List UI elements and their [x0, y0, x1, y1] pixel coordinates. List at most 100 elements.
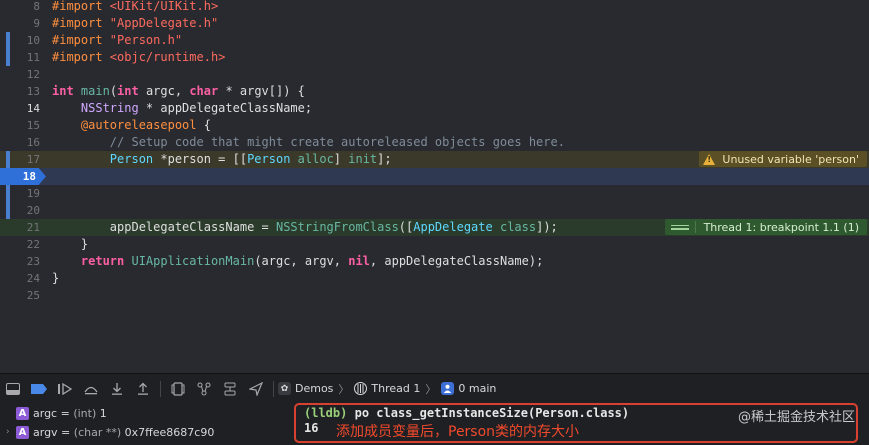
- code-token: ]);: [536, 220, 558, 234]
- code-token: alloc: [297, 152, 334, 166]
- code-token: int: [52, 84, 81, 98]
- step-out-icon[interactable]: [130, 374, 156, 403]
- code-line[interactable]: 20: [0, 202, 869, 219]
- code-editor[interactable]: 8 #import <UIKit/UIKit.h> 9 #import "AppDel…: [0, 0, 869, 373]
- argument-icon: A: [16, 406, 29, 420]
- code-token: ]: [333, 152, 349, 166]
- code-token: main: [80, 84, 110, 98]
- code-line[interactable]: 25: [0, 287, 869, 304]
- watermark: @稀土掘金技术社区: [737, 410, 855, 425]
- variable-row[interactable]: Aargc = (int) 1: [6, 404, 107, 422]
- annotation-text: 添加成员变量后，Person类的内存大小: [336, 424, 580, 440]
- breadcrumb-frame[interactable]: 0 main: [458, 382, 496, 395]
- code-line[interactable]: 15 @autoreleasepool {: [0, 117, 869, 134]
- code-token: @autoreleasepool: [80, 118, 197, 132]
- code-token: ([: [398, 220, 414, 234]
- variable-value: 1: [99, 406, 107, 420]
- line-number: 21: [26, 221, 40, 234]
- hide-debug-area-icon[interactable]: [0, 374, 26, 403]
- code-text: #import <UIKit/UIKit.h>: [52, 0, 218, 15]
- code-token: "Person.h": [109, 33, 183, 47]
- code-token: UIApplicationMain: [131, 254, 255, 268]
- variable-name: argv: [33, 425, 58, 439]
- toolbar-divider: [160, 380, 161, 397]
- code-text: @autoreleasepool {: [52, 117, 211, 134]
- breadcrumb-project[interactable]: Demos: [295, 382, 333, 395]
- code-token: ];: [377, 152, 392, 166]
- warning-badge[interactable]: Unused variable 'person': [699, 151, 867, 167]
- code-line[interactable]: 18: [0, 168, 869, 185]
- line-number: 8: [33, 0, 40, 13]
- code-line[interactable]: 16 // Setup code that might create autor…: [0, 134, 869, 151]
- breadcrumb: ✿ Demos 〉 Thread 1 〉 0 main: [278, 381, 496, 397]
- code-token: Person: [247, 152, 291, 166]
- code-token: #import: [52, 16, 110, 30]
- variables-view: Aargc = (int) 1 › Aargv = (char **) 0x7ffe…: [0, 402, 290, 445]
- code-token: AppDelegate: [413, 220, 493, 234]
- code-token: * argv[]) {: [225, 84, 305, 98]
- code-line[interactable]: 13 int main(int argc, char * argv[]) {: [0, 83, 869, 100]
- environment-overrides-icon[interactable]: [217, 374, 243, 403]
- disclosure-triangle-icon[interactable]: ›: [6, 427, 16, 437]
- code-line[interactable]: 23 return UIApplicationMain(argc, argv, …: [0, 253, 869, 270]
- line-number: 19: [26, 187, 40, 200]
- code-token: }: [52, 271, 60, 285]
- code-token: init: [348, 152, 378, 166]
- line-number: 24: [26, 272, 40, 285]
- chevron-right-icon: 〉: [338, 382, 350, 396]
- simulate-location-icon[interactable]: [243, 374, 269, 403]
- step-over-icon[interactable]: [78, 374, 104, 403]
- memory-graph-icon[interactable]: [191, 374, 217, 403]
- breakpoint-line-number: 18: [22, 170, 36, 183]
- code-line[interactable]: 24}: [0, 270, 869, 287]
- code-token: class: [499, 220, 537, 234]
- continue-icon[interactable]: [52, 374, 78, 403]
- code-line[interactable]: 9 #import "AppDelegate.h": [0, 15, 869, 32]
- code-line[interactable]: 12: [0, 66, 869, 83]
- chevron-right-icon: 〉: [425, 382, 437, 396]
- thread-badge[interactable]: Thread 1: breakpoint 1.1 (1): [664, 219, 867, 235]
- code-token: <objc/runtime.h>: [109, 50, 226, 64]
- console-prompt: (lldb): [304, 406, 348, 420]
- line-number: 20: [26, 204, 40, 217]
- code-line[interactable]: 14 NSString * appDelegateClassName;: [0, 100, 869, 117]
- breakpoint-marker[interactable]: 18: [0, 168, 46, 185]
- code-token: argc,: [145, 84, 190, 98]
- code-line[interactable]: 19: [0, 185, 869, 202]
- debug-console[interactable]: (lldb) po class_getInstanceSize(Person.c…: [290, 402, 869, 445]
- code-text: #import "Person.h": [52, 32, 182, 49]
- code-text: #import <objc/runtime.h>: [52, 49, 225, 66]
- code-token: #import: [52, 33, 110, 47]
- code-line[interactable]: 10 #import "Person.h": [0, 32, 869, 49]
- code-text: int main(int argc, char * argv[]) {: [52, 83, 305, 100]
- variable-row[interactable]: › Aargv = (char **) 0x7ffee8687c90: [6, 423, 214, 441]
- line-number: 17: [26, 153, 40, 166]
- code-token: "AppDelegate.h": [109, 16, 219, 30]
- breadcrumb-thread[interactable]: Thread 1: [371, 382, 420, 395]
- change-marker: [6, 49, 10, 66]
- breakpoints-toggle-icon[interactable]: [26, 374, 52, 403]
- code-token: #import: [52, 50, 110, 64]
- line-number: 16: [26, 136, 40, 149]
- code-line[interactable]: 22 }: [0, 236, 869, 253]
- console-command-line: (lldb) po class_getInstanceSize(Person.c…: [304, 406, 629, 421]
- code-line[interactable]: 11 #import <objc/runtime.h>: [0, 49, 869, 66]
- change-marker: [6, 185, 10, 202]
- code-token: *person = [[: [153, 152, 248, 166]
- variable-value: 0x7ffee8687c90: [124, 425, 215, 439]
- warning-icon: [703, 153, 716, 165]
- toolbar-divider: [273, 380, 274, 397]
- equals-sign: =: [57, 406, 74, 420]
- line-number: 14: [26, 102, 40, 115]
- code-line[interactable]: 8 #import <UIKit/UIKit.h>: [0, 0, 869, 15]
- view-hierarchy-icon[interactable]: [165, 374, 191, 403]
- code-token: (: [109, 84, 118, 98]
- step-into-icon[interactable]: [104, 374, 130, 403]
- variable-type: (char **): [73, 425, 122, 439]
- console-command: po class_getInstanceSize(Person.class): [354, 406, 630, 420]
